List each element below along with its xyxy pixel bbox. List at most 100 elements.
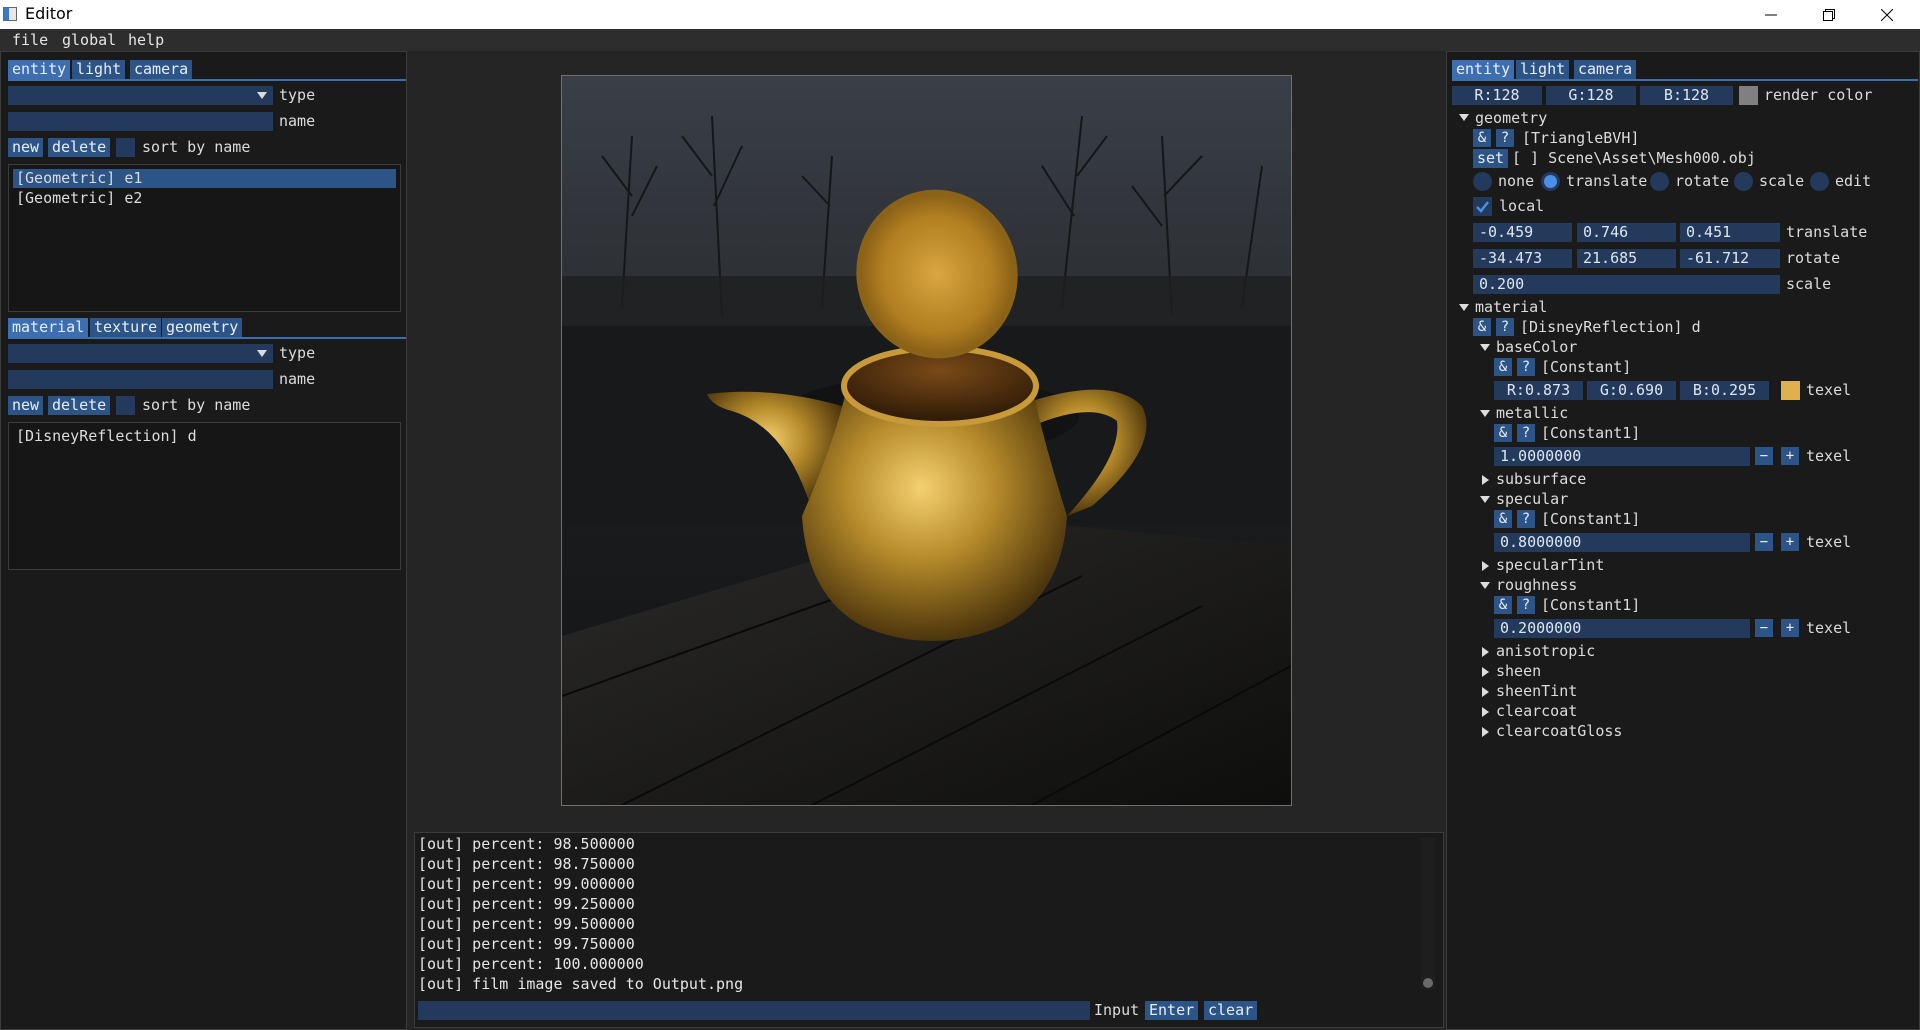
tab-entity[interactable]: entity <box>8 60 71 79</box>
translate-z-field[interactable]: 0.451 <box>1680 223 1780 242</box>
render-viewport[interactable] <box>561 75 1292 806</box>
maximize-button[interactable] <box>1800 0 1858 29</box>
metallic-value-field[interactable]: 1.0000000 <box>1494 447 1750 466</box>
mode-scale-radio[interactable] <box>1734 172 1753 191</box>
basecolor-swatch[interactable] <box>1781 381 1800 400</box>
basecolor-r[interactable]: R:0.873 <box>1494 381 1583 400</box>
render-color-swatch[interactable] <box>1739 86 1758 105</box>
help-button[interactable]: ? <box>1517 424 1535 442</box>
roughness-header[interactable]: roughness <box>1496 576 1577 595</box>
tab-texture[interactable]: texture <box>90 318 162 337</box>
list-item[interactable]: [DisneyReflection] d <box>13 427 197 446</box>
rotate-x-field[interactable]: -34.473 <box>1473 249 1572 268</box>
basecolor-header[interactable]: baseColor <box>1496 338 1577 357</box>
close-button[interactable] <box>1858 0 1916 29</box>
clear-button[interactable]: clear <box>1204 1001 1258 1020</box>
menu-help[interactable]: help <box>128 30 164 50</box>
collapse-arrow-icon[interactable] <box>1459 114 1469 121</box>
enter-button[interactable]: Enter <box>1145 1001 1199 1020</box>
rotate-y-field[interactable]: 21.685 <box>1577 249 1676 268</box>
ref-button[interactable]: & <box>1473 129 1491 147</box>
expand-arrow-icon[interactable] <box>1482 561 1489 571</box>
ref-button[interactable]: & <box>1494 358 1512 376</box>
mode-translate-radio[interactable] <box>1541 172 1560 191</box>
list-item[interactable]: [Geometric] e1 <box>13 169 396 188</box>
mode-edit-radio[interactable] <box>1810 172 1829 191</box>
clearcoat-header[interactable]: clearcoat <box>1496 702 1577 721</box>
tab-camera[interactable]: camera <box>1574 60 1637 79</box>
basecolor-b[interactable]: B:0.295 <box>1680 381 1769 400</box>
tab-camera[interactable]: camera <box>130 60 193 79</box>
type-select[interactable] <box>8 86 273 105</box>
scrollbar-thumb[interactable] <box>1423 978 1433 988</box>
menu-file[interactable]: file <box>12 30 48 50</box>
material-name-input[interactable] <box>8 370 273 389</box>
collapse-arrow-icon[interactable] <box>1459 304 1469 311</box>
geometry-header[interactable]: geometry <box>1475 109 1547 128</box>
increment-button[interactable]: + <box>1781 447 1799 465</box>
render-color-g[interactable]: G:128 <box>1546 86 1636 105</box>
tab-entity[interactable]: entity <box>1452 60 1515 79</box>
sort-checkbox[interactable] <box>116 138 135 157</box>
help-button[interactable]: ? <box>1496 129 1514 147</box>
specular-header[interactable]: specular <box>1496 490 1568 509</box>
translate-y-field[interactable]: 0.746 <box>1577 223 1676 242</box>
increment-button[interactable]: + <box>1781 533 1799 551</box>
decrement-button[interactable]: − <box>1755 533 1773 551</box>
metallic-header[interactable]: metallic <box>1496 404 1568 423</box>
expand-arrow-icon[interactable] <box>1482 707 1489 717</box>
delete-material-button[interactable]: delete <box>48 396 111 415</box>
tab-geometry[interactable]: geometry <box>162 318 243 337</box>
new-material-button[interactable]: new <box>8 396 44 415</box>
anisotropic-header[interactable]: anisotropic <box>1496 642 1595 661</box>
collapse-arrow-icon[interactable] <box>1480 344 1490 351</box>
name-input[interactable] <box>8 112 273 131</box>
basecolor-g[interactable]: G:0.690 <box>1587 381 1676 400</box>
collapse-arrow-icon[interactable] <box>1480 410 1490 417</box>
local-checkbox[interactable] <box>1473 197 1492 216</box>
console-input[interactable] <box>418 1001 1090 1020</box>
material-type-select[interactable] <box>8 344 273 363</box>
material-header[interactable]: material <box>1475 298 1547 317</box>
expand-arrow-icon[interactable] <box>1482 727 1489 737</box>
help-button[interactable]: ? <box>1496 318 1514 336</box>
entity-list[interactable]: [Geometric] e1 [Geometric] e2 <box>8 164 401 312</box>
menu-global[interactable]: global <box>62 30 116 50</box>
clearcoatgloss-header[interactable]: clearcoatGloss <box>1496 722 1622 741</box>
tab-light[interactable]: light <box>1516 60 1570 79</box>
expand-arrow-icon[interactable] <box>1482 687 1489 697</box>
roughness-value-field[interactable]: 0.2000000 <box>1494 619 1750 638</box>
new-entity-button[interactable]: new <box>8 138 44 157</box>
ref-button[interactable]: & <box>1494 596 1512 614</box>
expand-arrow-icon[interactable] <box>1482 647 1489 657</box>
subsurface-header[interactable]: subsurface <box>1496 470 1586 489</box>
sheentint-header[interactable]: sheenTint <box>1496 682 1577 701</box>
rotate-z-field[interactable]: -61.712 <box>1680 249 1780 268</box>
scale-field[interactable]: 0.200 <box>1473 275 1780 294</box>
render-color-b[interactable]: B:128 <box>1640 86 1733 105</box>
sort-checkbox[interactable] <box>116 396 135 415</box>
set-geometry-button[interactable]: set <box>1473 149 1509 168</box>
sheen-header[interactable]: sheen <box>1496 662 1541 681</box>
help-button[interactable]: ? <box>1517 596 1535 614</box>
increment-button[interactable]: + <box>1781 619 1799 637</box>
help-button[interactable]: ? <box>1517 510 1535 528</box>
collapse-arrow-icon[interactable] <box>1480 496 1490 503</box>
tab-light[interactable]: light <box>72 60 126 79</box>
render-color-r[interactable]: R:128 <box>1452 86 1542 105</box>
console-scrollbar[interactable] <box>1421 838 1435 990</box>
list-item[interactable]: [Geometric] e2 <box>13 189 142 208</box>
speculartint-header[interactable]: specularTint <box>1496 556 1604 575</box>
mode-rotate-radio[interactable] <box>1650 172 1669 191</box>
delete-entity-button[interactable]: delete <box>48 138 111 157</box>
ref-button[interactable]: & <box>1473 318 1491 336</box>
collapse-arrow-icon[interactable] <box>1480 582 1490 589</box>
help-button[interactable]: ? <box>1517 358 1535 376</box>
translate-x-field[interactable]: -0.459 <box>1473 223 1572 242</box>
decrement-button[interactable]: − <box>1755 619 1773 637</box>
material-list[interactable]: [DisneyReflection] d <box>8 422 401 570</box>
mode-none-radio[interactable] <box>1473 172 1492 191</box>
ref-button[interactable]: & <box>1494 510 1512 528</box>
expand-arrow-icon[interactable] <box>1482 667 1489 677</box>
specular-value-field[interactable]: 0.8000000 <box>1494 533 1750 552</box>
